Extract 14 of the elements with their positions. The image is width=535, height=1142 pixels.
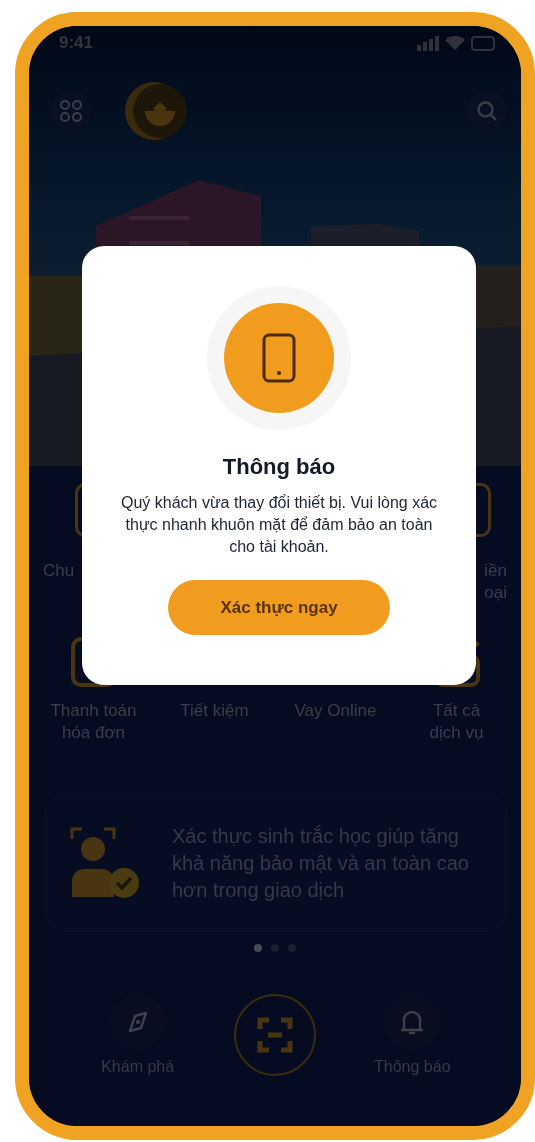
dialog-message: Quý khách vừa thay đổi thiết bị. Vui lòng xác thực nhanh khuôn mặt để đảm bảo an toàn cho tài khoản. (120, 493, 438, 557)
search-icon[interactable] (476, 100, 498, 122)
grid-icon[interactable] (60, 100, 82, 122)
signal-icon (417, 35, 439, 51)
face-check-icon (70, 827, 142, 899)
scan-icon[interactable] (257, 1017, 293, 1053)
verify-now-button[interactable]: Xác thực ngay (168, 580, 390, 635)
scan-button[interactable] (234, 994, 316, 1076)
phone-icon (224, 303, 334, 413)
dialog-title: Thông báo (221, 454, 337, 480)
battery-icon (471, 35, 495, 51)
wifi-icon (445, 36, 465, 50)
page-dot[interactable] (254, 944, 262, 952)
logo-icon (125, 82, 189, 140)
